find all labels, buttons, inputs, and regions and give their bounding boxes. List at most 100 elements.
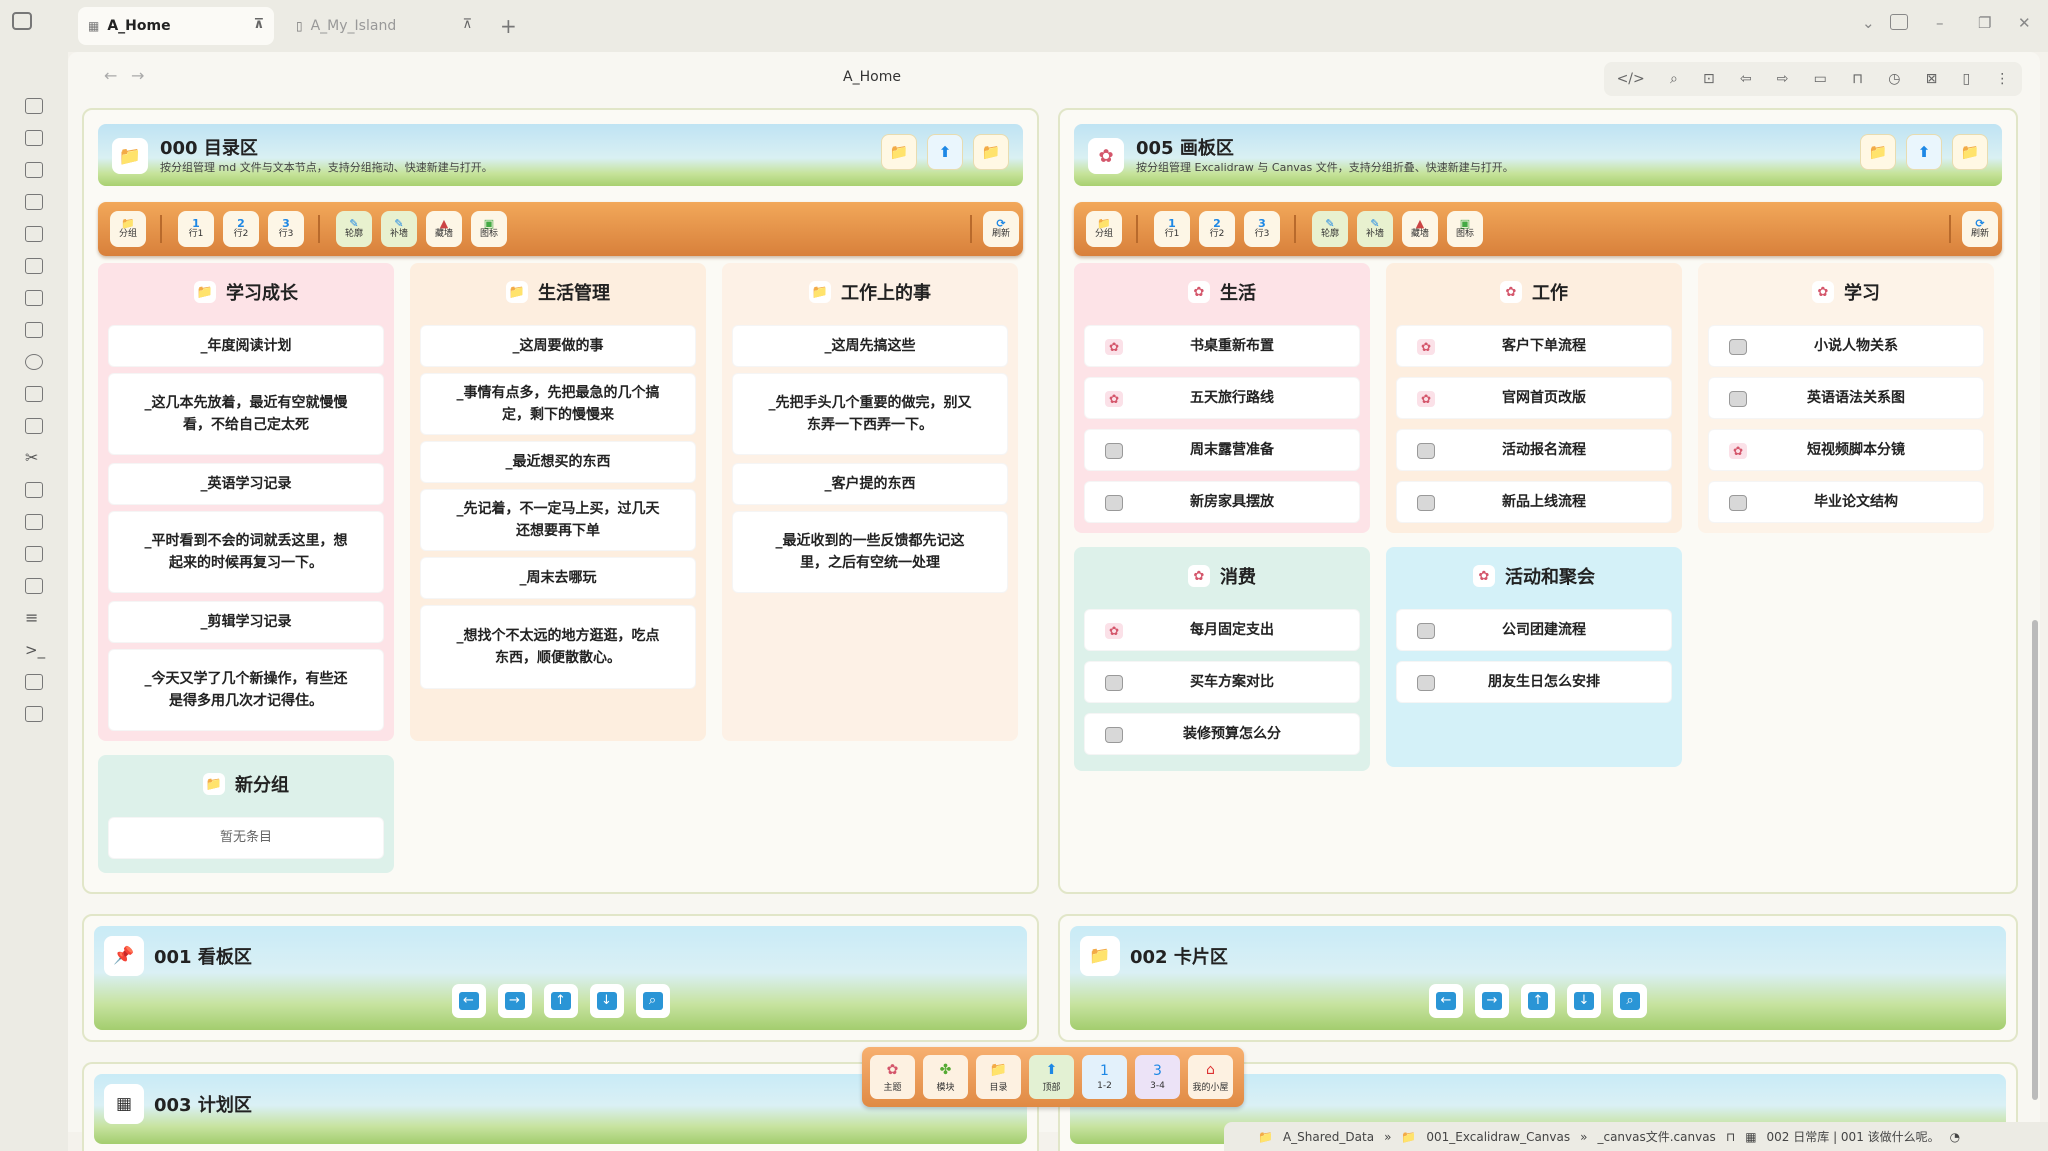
lock-icon[interactable]: ⊓	[1726, 1130, 1735, 1144]
dock-module-button[interactable]: ✤ 模块	[923, 1055, 968, 1099]
list-item[interactable]: _这几本先放着，最近有空就慢慢看，不给自己定太死	[108, 373, 384, 455]
list-item[interactable]: ✿ 短视频脚本分镜	[1708, 429, 1984, 471]
dock-catalog-button[interactable]: 📁 目录	[976, 1055, 1021, 1099]
alarm-icon[interactable]: ◷	[1888, 71, 1900, 87]
bookmark-icon[interactable]	[25, 578, 43, 594]
close-box-icon[interactable]: ⊠	[1926, 71, 1938, 87]
icon-button[interactable]: ▣ 图标	[1447, 211, 1483, 247]
dock-top-button[interactable]: ⬆ 顶部	[1029, 1055, 1074, 1099]
arrow-up-icon[interactable]: ⬆	[927, 134, 963, 170]
chevron-down-icon[interactable]: ⌄	[1862, 14, 1875, 32]
list-item[interactable]: _英语学习记录	[108, 463, 384, 505]
arrow-up-icon[interactable]: ⬆	[1906, 134, 1942, 170]
code-icon[interactable]: </>	[1617, 71, 1645, 87]
daily-note-status[interactable]: 002 日常库 | 001 该做什么呢。	[1767, 1128, 1940, 1145]
zoom-button[interactable]: ⌕	[635, 984, 670, 1018]
list-item[interactable]: _客户提的东西	[732, 463, 1008, 505]
hide-wall-button[interactable]: ▲ 藏墙	[1402, 211, 1438, 247]
table-icon[interactable]	[25, 674, 43, 690]
list-item[interactable]: 英语语法关系图	[1708, 377, 1984, 419]
group-button[interactable]: 📁 分组	[110, 211, 146, 247]
arrow-up-button[interactable]: ↑	[543, 984, 578, 1018]
list-item[interactable]: _最近收到的一些反馈都先记这里，之后有空统一处理	[732, 511, 1008, 593]
pin-icon[interactable]: ⊼	[462, 17, 472, 32]
arrow-right-button[interactable]: →	[497, 984, 532, 1018]
minimize-icon[interactable]: –	[1936, 14, 1944, 32]
arrow-down-button[interactable]: ↓	[589, 984, 624, 1018]
breadcrumb-item[interactable]: 001_Excalidraw_Canvas	[1426, 1130, 1570, 1144]
fill-wall-button[interactable]: ✎ 补墙	[1357, 211, 1393, 247]
list-item[interactable]: 小说人物关系	[1708, 325, 1984, 367]
group-button[interactable]: 📁 分组	[1086, 211, 1122, 247]
list-item[interactable]: 买车方案对比	[1084, 661, 1360, 703]
home-icon[interactable]	[25, 546, 43, 562]
new-folder-button[interactable]: 📁	[1860, 134, 1896, 170]
breadcrumb-item[interactable]: _canvas文件.canvas	[1597, 1128, 1715, 1145]
calendar-icon[interactable]	[25, 226, 43, 242]
refresh-button[interactable]: ⟳ 刷新	[1962, 211, 1998, 247]
list-icon[interactable]	[25, 322, 43, 338]
arrow-left-button[interactable]: ←	[1429, 984, 1463, 1018]
trash-icon[interactable]	[25, 482, 43, 498]
new-tab-icon[interactable]: +	[500, 14, 517, 38]
map-icon[interactable]	[25, 98, 43, 114]
list-item[interactable]: _事情有点多，先把最急的几个搞定，剩下的慢慢来	[420, 373, 696, 435]
row2-button[interactable]: 2 行2	[223, 211, 259, 247]
zoom-button[interactable]: ⌕	[1613, 984, 1647, 1018]
note-icon[interactable]	[25, 290, 43, 306]
list-item[interactable]: _最近想买的东西	[420, 441, 696, 483]
grid-icon[interactable]	[25, 514, 43, 530]
list-item[interactable]: _先记着，不一定马上买，过几天还想要再下单	[420, 489, 696, 551]
list-item[interactable]: ✿ 官网首页改版	[1396, 377, 1672, 419]
pin-icon[interactable]: ⊼	[253, 17, 264, 32]
open-folder-button[interactable]: 📁	[973, 134, 1009, 170]
dock-home-button[interactable]: ⌂ 我的小屋	[1188, 1055, 1233, 1099]
more-icon[interactable]: ⋮	[1995, 71, 2009, 87]
outline-button[interactable]: ✎ 轮廓	[1312, 211, 1348, 247]
dock-1-2-button[interactable]: 1 1-2	[1082, 1055, 1127, 1099]
list-item[interactable]: _剪辑学习记录	[108, 601, 384, 643]
row1-button[interactable]: 1 行1	[1154, 211, 1190, 247]
list-item[interactable]: 活动报名流程	[1396, 429, 1672, 471]
redo-icon[interactable]: ⇨	[1777, 71, 1789, 87]
new-folder-button[interactable]: 📁	[881, 134, 917, 170]
close-icon[interactable]: ✕	[2018, 14, 2031, 32]
outline-icon[interactable]	[25, 130, 43, 146]
list-item[interactable]: 朋友生日怎么安排	[1396, 661, 1672, 703]
dock-3-4-button[interactable]: 3 3-4	[1135, 1055, 1180, 1099]
book-icon[interactable]	[25, 162, 43, 178]
list-item[interactable]: ✿ 客户下单流程	[1396, 325, 1672, 367]
list-item[interactable]: _这周要做的事	[420, 325, 696, 367]
list-item[interactable]: _周末去哪玩	[420, 557, 696, 599]
terminal-icon[interactable]: >_	[25, 642, 45, 658]
list-item[interactable]: 新品上线流程	[1396, 481, 1672, 523]
breadcrumb-item[interactable]: A_Shared_Data	[1283, 1130, 1374, 1144]
grid-icon[interactable]	[25, 258, 43, 274]
open-folder-button[interactable]: 📁	[1952, 134, 1988, 170]
undo-icon[interactable]: ⇦	[1740, 71, 1752, 87]
archive-icon[interactable]	[25, 194, 43, 210]
trash-icon[interactable]	[25, 418, 43, 434]
image-icon[interactable]	[25, 386, 43, 402]
list-item[interactable]: 周末露营准备	[1084, 429, 1360, 471]
restore-icon[interactable]: ❐	[1978, 14, 1991, 32]
list-item[interactable]: ✿ 每月固定支出	[1084, 609, 1360, 651]
list-item[interactable]: _想找个不太远的地方逛逛，吃点东西，顺便散散心。	[420, 605, 696, 689]
list-item[interactable]: 公司团建流程	[1396, 609, 1672, 651]
icon-button[interactable]: ▣ 图标	[471, 211, 507, 247]
row3-button[interactable]: 3 行3	[1244, 211, 1280, 247]
list-item[interactable]: 新房家具摆放	[1084, 481, 1360, 523]
refresh-button[interactable]: ⟳ 刷新	[983, 211, 1019, 247]
sidebar-toggle-icon[interactable]	[12, 12, 32, 30]
fill-wall-button[interactable]: ✎ 补墙	[381, 211, 417, 247]
list-item[interactable]: _平时看到不会的词就丢这里，想起来的时候再复习一下。	[108, 511, 384, 593]
search-icon[interactable]: ⌕	[1670, 71, 1678, 87]
layout-icon[interactable]	[1890, 14, 1908, 30]
scrollbar[interactable]	[2032, 620, 2038, 1100]
list-item[interactable]: _今天又学了几个新操作，有些还是得多用几次才记得住。	[108, 649, 384, 731]
arrow-left-button[interactable]: ←	[451, 984, 486, 1018]
row2-button[interactable]: 2 行2	[1199, 211, 1235, 247]
list-item[interactable]: 装修预算怎么分	[1084, 713, 1360, 755]
bookmark-icon[interactable]: ⊡	[1703, 71, 1715, 87]
menu-icon[interactable]: ≡	[25, 610, 43, 626]
